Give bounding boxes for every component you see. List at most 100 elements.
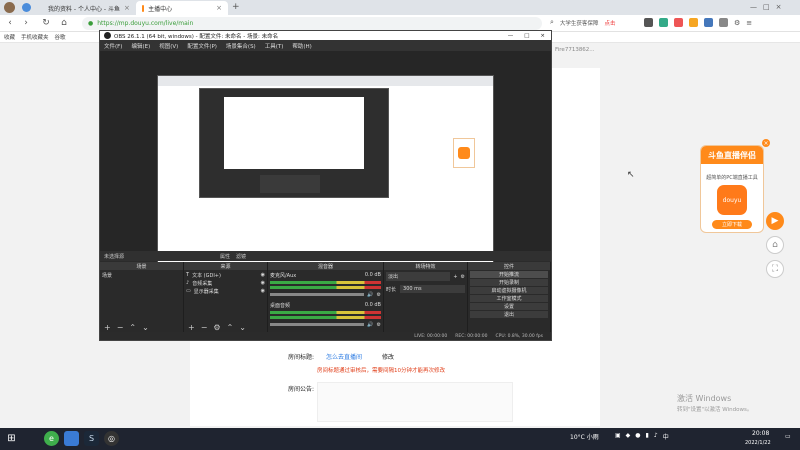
browser-icon[interactable]: e (44, 431, 59, 446)
tray-app-icon[interactable]: ▣ (615, 432, 621, 441)
search-widget[interactable]: ⌕ 大学生获客保障 点击 (550, 18, 615, 27)
remove-icon[interactable]: − (117, 323, 124, 332)
settings-button[interactable]: 设置 (470, 303, 548, 310)
weather-text[interactable]: 10°C 小雨 (570, 432, 599, 441)
ime-icon[interactable]: 中 (663, 432, 669, 441)
tray-app-icon[interactable]: ● (635, 432, 640, 441)
maximize-icon[interactable]: □ (763, 3, 770, 11)
notification-icon[interactable]: ▭ (785, 433, 791, 440)
browser-menu-icon[interactable] (22, 3, 31, 12)
studio-mode-button[interactable]: 工作室模式 (470, 295, 548, 302)
promo-download-button[interactable]: 立即下载 (712, 220, 752, 229)
bookmark-item[interactable]: 谷歌 (55, 33, 66, 41)
menu-scene-collection[interactable]: 场景集合(S) (226, 42, 256, 50)
eye-icon[interactable]: ◉ (261, 272, 265, 279)
eye-icon[interactable]: ◉ (261, 280, 265, 287)
volume-slider[interactable] (270, 323, 365, 326)
home-button[interactable]: ⌂ (58, 17, 70, 29)
no-source-text: 未选择源 (104, 253, 125, 260)
move-up-icon[interactable]: ⌃ (129, 323, 136, 332)
remove-icon[interactable]: − (201, 323, 208, 332)
obs-preview-canvas[interactable] (157, 75, 494, 264)
avatar[interactable] (4, 2, 15, 13)
menu-help[interactable]: 帮助(H) (292, 42, 311, 50)
screenshot-icon[interactable]: ⛶ (766, 260, 784, 278)
move-down-icon[interactable]: ⌄ (142, 323, 149, 332)
url-field[interactable]: ● https://mp.douyu.com/live/main (82, 17, 542, 30)
properties-button[interactable]: 属性 (220, 253, 230, 260)
room-title-edit-button[interactable]: 修改 (382, 352, 394, 361)
move-down-icon[interactable]: ⌄ (239, 323, 246, 332)
extension-icon[interactable] (689, 18, 698, 27)
play-icon[interactable]: ▶ (766, 212, 784, 230)
menu-profile[interactable]: 配置文件(P) (187, 42, 217, 50)
eye-icon[interactable]: ◉ (261, 288, 265, 295)
bookmark-item[interactable]: 收藏 (4, 33, 15, 41)
extension-icon[interactable] (674, 18, 683, 27)
volume-icon[interactable]: ♪ (654, 432, 658, 441)
virtual-camera-button[interactable]: 启动虚拟摄像机 (470, 287, 548, 294)
close-icon[interactable]: × (776, 3, 782, 11)
add-icon[interactable]: + (104, 323, 111, 332)
gear-icon[interactable]: ⚙ (377, 322, 381, 328)
menu-icon[interactable]: ≡ (746, 19, 752, 27)
volume-slider[interactable] (270, 293, 365, 296)
extension-icon[interactable] (719, 18, 728, 27)
menu-view[interactable]: 视图(V) (159, 42, 178, 50)
start-streaming-button[interactable]: 开始推流 (470, 271, 548, 278)
add-icon[interactable]: + (453, 274, 457, 280)
transition-select[interactable]: 淡出 (386, 272, 451, 281)
source-item[interactable]: ♪ 音频采集 ◉ (186, 280, 265, 287)
extension-icon[interactable] (704, 18, 713, 27)
bookmark-item[interactable]: 手机收藏夹 (21, 33, 49, 41)
close-icon[interactable]: × (540, 33, 545, 39)
network-icon[interactable]: ▮ (646, 432, 649, 441)
duration-field[interactable]: 300 ms (400, 285, 465, 293)
menu-file[interactable]: 文件(F) (104, 42, 122, 50)
gear-icon[interactable]: ⚙ (461, 274, 465, 280)
filters-button[interactable]: 滤镜 (236, 253, 246, 260)
sources-header: 来源 (184, 262, 267, 270)
menu-edit[interactable]: 编辑(E) (131, 42, 150, 50)
search-button[interactable]: 点击 (604, 19, 615, 27)
app-icon[interactable] (64, 431, 79, 446)
tray-app-icon[interactable]: ◆ (626, 432, 631, 441)
source-item[interactable]: T 文本 (GDI+) ◉ (186, 272, 265, 279)
extension-icon[interactable] (644, 18, 653, 27)
speaker-icon[interactable]: 🔊 (367, 292, 373, 298)
exit-button[interactable]: 退出 (470, 311, 548, 318)
gear-icon[interactable]: ⚙ (734, 19, 740, 27)
tab-streamer-center[interactable]: 主播中心 × (136, 1, 228, 15)
reload-button[interactable]: ↻ (40, 17, 52, 29)
back-button[interactable]: ‹ (4, 17, 16, 29)
new-tab-button[interactable]: + (232, 2, 240, 12)
scene-item[interactable]: 场景 (102, 272, 181, 279)
obs-icon[interactable]: ◎ (104, 431, 119, 446)
minimize-icon[interactable]: — (750, 3, 757, 11)
clock-time[interactable]: 20:08 (752, 430, 769, 437)
clock-date[interactable]: 2022/1/22 (745, 440, 771, 446)
taskbar (0, 428, 800, 450)
gear-icon[interactable]: ⚙ (377, 292, 381, 298)
obs-preview-area (100, 51, 551, 264)
start-recording-button[interactable]: 开始录制 (470, 279, 548, 286)
steam-icon[interactable]: S (84, 431, 99, 446)
speaker-icon[interactable]: 🔊 (367, 322, 373, 328)
source-item[interactable]: ▭ 显示器采集 ◉ (186, 288, 265, 295)
add-icon[interactable]: + (188, 323, 195, 332)
forward-button[interactable]: › (20, 17, 32, 29)
close-icon[interactable]: × (124, 4, 130, 12)
extension-icon[interactable] (659, 18, 668, 27)
minimize-icon[interactable]: — (508, 33, 514, 39)
move-up-icon[interactable]: ⌃ (227, 323, 234, 332)
home-icon[interactable]: ⌂ (766, 236, 784, 254)
announcement-field[interactable] (317, 382, 513, 422)
gear-icon[interactable]: ⚙ (213, 323, 220, 332)
windows-start-icon[interactable]: ⊞ (4, 431, 19, 446)
menu-tools[interactable]: 工具(T) (265, 42, 284, 50)
promo-card[interactable]: 斗鱼直播伴侣 超简单的PC端直播工具 douyu 立即下载 (700, 145, 764, 233)
maximize-icon[interactable]: □ (524, 33, 529, 39)
close-icon[interactable]: × (216, 4, 222, 12)
close-icon[interactable]: × (762, 139, 770, 147)
tab-profile[interactable]: 我的资料 - 个人中心 - 斗鱼 × (38, 1, 134, 15)
